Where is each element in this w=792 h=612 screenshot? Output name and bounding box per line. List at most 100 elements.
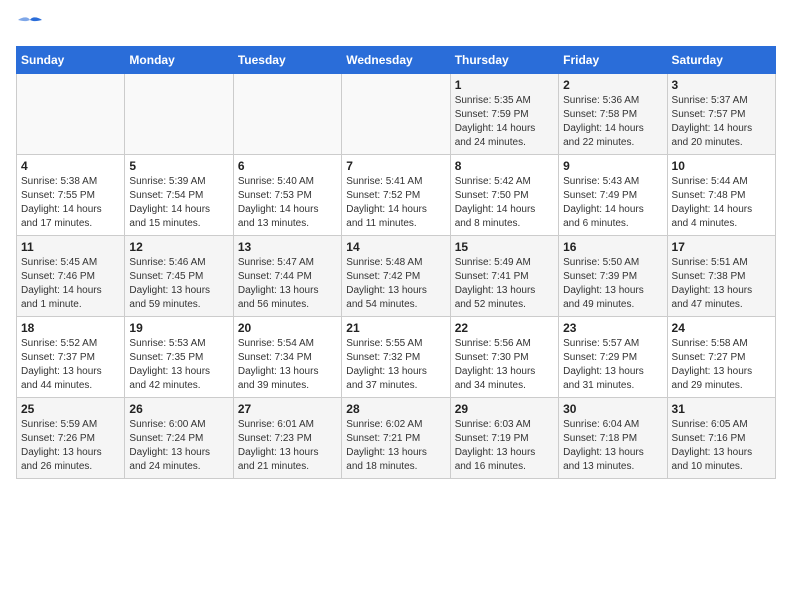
day-info: Sunrise: 5:37 AM Sunset: 7:57 PM Dayligh… [672,94,771,150]
table-row: 1 Sunrise: 5:35 AM Sunset: 7:59 PM Daylig… [450,74,558,155]
table-row: 11 Sunrise: 5:45 AM Sunset: 7:46 PM Dayli… [17,236,125,317]
table-row [342,74,450,155]
day-info: Sunrise: 5:59 AM Sunset: 7:26 PM Dayligh… [21,418,120,474]
table-row: 3 Sunrise: 5:37 AM Sunset: 7:57 PM Daylig… [667,74,775,155]
table-row: 9 Sunrise: 5:43 AM Sunset: 7:49 PM Daylig… [559,155,667,236]
day-info: Sunrise: 5:56 AM Sunset: 7:30 PM Dayligh… [455,337,554,393]
day-info: Sunrise: 5:47 AM Sunset: 7:44 PM Dayligh… [238,256,337,312]
day-number: 20 [238,321,337,335]
day-number: 12 [129,240,228,254]
day-number: 15 [455,240,554,254]
table-row: 23 Sunrise: 5:57 AM Sunset: 7:29 PM Dayli… [559,317,667,398]
table-row: 15Sunrise: 5:49 AM Sunset: 7:41 PM Dayli… [450,236,558,317]
day-info: Sunrise: 5:39 AM Sunset: 7:54 PM Dayligh… [129,175,228,231]
weekday-header-saturday: Saturday [667,47,775,74]
day-number: 1 [455,78,554,92]
weekday-header-tuesday: Tuesday [233,47,341,74]
table-row: 20 Sunrise: 5:54 AM Sunset: 7:34 PM Dayli… [233,317,341,398]
logo-icon [16,16,44,36]
day-info: Sunrise: 5:55 AM Sunset: 7:32 PM Dayligh… [346,337,445,393]
table-row [125,74,233,155]
calendar-week-4: 18Sunrise: 5:52 AM Sunset: 7:37 PM Dayli… [17,317,776,398]
day-number: 31 [672,402,771,416]
weekday-header-sunday: Sunday [17,47,125,74]
day-number: 19 [129,321,228,335]
day-number: 11 [21,240,120,254]
weekday-header-monday: Monday [125,47,233,74]
table-row: 6 Sunrise: 5:40 AM Sunset: 7:53 PM Daylig… [233,155,341,236]
table-row: 30Sunrise: 6:04 AM Sunset: 7:18 PM Dayli… [559,398,667,479]
calendar-week-2: 4 Sunrise: 5:38 AM Sunset: 7:55 PM Daylig… [17,155,776,236]
day-number: 6 [238,159,337,173]
day-number: 29 [455,402,554,416]
day-info: Sunrise: 6:01 AM Sunset: 7:23 PM Dayligh… [238,418,337,474]
table-row: 26 Sunrise: 6:00 AM Sunset: 7:24 PM Dayli… [125,398,233,479]
day-info: Sunrise: 5:41 AM Sunset: 7:52 PM Dayligh… [346,175,445,231]
day-info: Sunrise: 5:40 AM Sunset: 7:53 PM Dayligh… [238,175,337,231]
table-row: 5 Sunrise: 5:39 AM Sunset: 7:54 PM Daylig… [125,155,233,236]
day-info: Sunrise: 5:48 AM Sunset: 7:42 PM Dayligh… [346,256,445,312]
day-number: 24 [672,321,771,335]
day-info: Sunrise: 5:45 AM Sunset: 7:46 PM Dayligh… [21,256,120,312]
day-info: Sunrise: 5:54 AM Sunset: 7:34 PM Dayligh… [238,337,337,393]
day-number: 4 [21,159,120,173]
table-row: 8 Sunrise: 5:42 AM Sunset: 7:50 PM Daylig… [450,155,558,236]
table-row: 17 Sunrise: 5:51 AM Sunset: 7:38 PM Dayli… [667,236,775,317]
day-info: Sunrise: 5:51 AM Sunset: 7:38 PM Dayligh… [672,256,771,312]
day-info: Sunrise: 6:02 AM Sunset: 7:21 PM Dayligh… [346,418,445,474]
day-number: 2 [563,78,662,92]
logo [16,16,48,36]
day-number: 21 [346,321,445,335]
day-info: Sunrise: 5:53 AM Sunset: 7:35 PM Dayligh… [129,337,228,393]
table-row [17,74,125,155]
day-info: Sunrise: 5:50 AM Sunset: 7:39 PM Dayligh… [563,256,662,312]
calendar-body: 1 Sunrise: 5:35 AM Sunset: 7:59 PM Daylig… [17,74,776,479]
day-number: 22 [455,321,554,335]
day-info: Sunrise: 6:05 AM Sunset: 7:16 PM Dayligh… [672,418,771,474]
day-info: Sunrise: 5:57 AM Sunset: 7:29 PM Dayligh… [563,337,662,393]
calendar-table: SundayMondayTuesdayWednesdayThursdayFrid… [16,46,776,479]
table-row: 12 Sunrise: 5:46 AM Sunset: 7:45 PM Dayli… [125,236,233,317]
table-row: 2 Sunrise: 5:36 AM Sunset: 7:58 PM Daylig… [559,74,667,155]
day-number: 25 [21,402,120,416]
day-info: Sunrise: 5:35 AM Sunset: 7:59 PM Dayligh… [455,94,554,150]
calendar-header: SundayMondayTuesdayWednesdayThursdayFrid… [17,47,776,74]
day-info: Sunrise: 5:38 AM Sunset: 7:55 PM Dayligh… [21,175,120,231]
day-info: Sunrise: 6:00 AM Sunset: 7:24 PM Dayligh… [129,418,228,474]
day-number: 9 [563,159,662,173]
day-info: Sunrise: 5:36 AM Sunset: 7:58 PM Dayligh… [563,94,662,150]
table-row: 4 Sunrise: 5:38 AM Sunset: 7:55 PM Daylig… [17,155,125,236]
day-number: 17 [672,240,771,254]
day-number: 7 [346,159,445,173]
table-row: 21 Sunrise: 5:55 AM Sunset: 7:32 PM Dayli… [342,317,450,398]
day-number: 13 [238,240,337,254]
table-row: 28Sunrise: 6:02 AM Sunset: 7:21 PM Dayli… [342,398,450,479]
day-number: 26 [129,402,228,416]
day-number: 16 [563,240,662,254]
weekday-header-wednesday: Wednesday [342,47,450,74]
table-row: 24Sunrise: 5:58 AM Sunset: 7:27 PM Dayli… [667,317,775,398]
table-row [233,74,341,155]
table-row: 7 Sunrise: 5:41 AM Sunset: 7:52 PM Daylig… [342,155,450,236]
day-number: 5 [129,159,228,173]
table-row: 19 Sunrise: 5:53 AM Sunset: 7:35 PM Dayli… [125,317,233,398]
day-number: 23 [563,321,662,335]
weekday-header-friday: Friday [559,47,667,74]
day-info: Sunrise: 5:43 AM Sunset: 7:49 PM Dayligh… [563,175,662,231]
day-info: Sunrise: 5:46 AM Sunset: 7:45 PM Dayligh… [129,256,228,312]
day-number: 14 [346,240,445,254]
day-info: Sunrise: 5:44 AM Sunset: 7:48 PM Dayligh… [672,175,771,231]
table-row: 14 Sunrise: 5:48 AM Sunset: 7:42 PM Dayli… [342,236,450,317]
calendar-week-5: 25 Sunrise: 5:59 AM Sunset: 7:26 PM Dayli… [17,398,776,479]
day-number: 3 [672,78,771,92]
table-row: 13 Sunrise: 5:47 AM Sunset: 7:44 PM Dayli… [233,236,341,317]
table-row: 16 Sunrise: 5:50 AM Sunset: 7:39 PM Dayli… [559,236,667,317]
calendar-week-1: 1 Sunrise: 5:35 AM Sunset: 7:59 PM Daylig… [17,74,776,155]
table-row: 27Sunrise: 6:01 AM Sunset: 7:23 PM Dayli… [233,398,341,479]
table-row: 10Sunrise: 5:44 AM Sunset: 7:48 PM Dayli… [667,155,775,236]
day-info: Sunrise: 5:42 AM Sunset: 7:50 PM Dayligh… [455,175,554,231]
day-number: 18 [21,321,120,335]
table-row: 31 Sunrise: 6:05 AM Sunset: 7:16 PM Dayli… [667,398,775,479]
day-number: 8 [455,159,554,173]
table-row: 25 Sunrise: 5:59 AM Sunset: 7:26 PM Dayli… [17,398,125,479]
